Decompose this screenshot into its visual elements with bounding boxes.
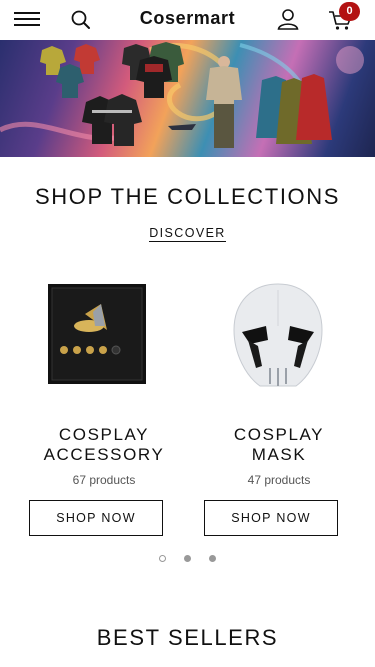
account-icon[interactable] — [276, 7, 300, 31]
menu-line — [14, 12, 40, 14]
shop-now-button[interactable]: SHOP NOW — [29, 500, 163, 536]
collection-product-count: 67 products — [72, 473, 136, 487]
cart-count-badge: 0 — [339, 2, 360, 21]
collections-title: SHOP THE COLLECTIONS — [34, 184, 341, 209]
collection-title: COSPLAY MASK — [204, 425, 354, 465]
hero-banner[interactable] — [0, 40, 375, 157]
carousel-dot[interactable] — [209, 555, 216, 562]
menu-line — [14, 24, 40, 26]
mask-product-image[interactable] — [204, 268, 354, 398]
collection-title-line: COSPLAY — [58, 425, 150, 444]
menu-icon[interactable] — [14, 12, 40, 26]
collection-title-line: ACCESSORY — [43, 445, 165, 464]
carousel-pagination — [0, 555, 375, 565]
search-icon[interactable] — [70, 9, 92, 31]
collection-title-line: MASK — [251, 445, 307, 464]
collection-title: COSPLAY ACCESSORY — [29, 425, 179, 465]
site-logo[interactable]: Cosermart — [140, 8, 235, 28]
menu-line — [14, 18, 40, 20]
shop-now-button[interactable]: SHOP NOW — [204, 500, 338, 536]
accessory-product-image[interactable] — [29, 268, 179, 398]
carousel-dot[interactable] — [159, 555, 166, 562]
collection-title-line: COSPLAY — [233, 425, 325, 444]
collection-product-count: 47 products — [247, 473, 311, 487]
site-header: Cosermart 0 — [0, 0, 375, 40]
carousel-dot[interactable] — [184, 555, 191, 562]
best-sellers-title: BEST SELLERS — [96, 625, 279, 650]
hero-uniforms-illustration — [0, 42, 364, 148]
discover-link[interactable]: DISCOVER — [149, 226, 226, 242]
